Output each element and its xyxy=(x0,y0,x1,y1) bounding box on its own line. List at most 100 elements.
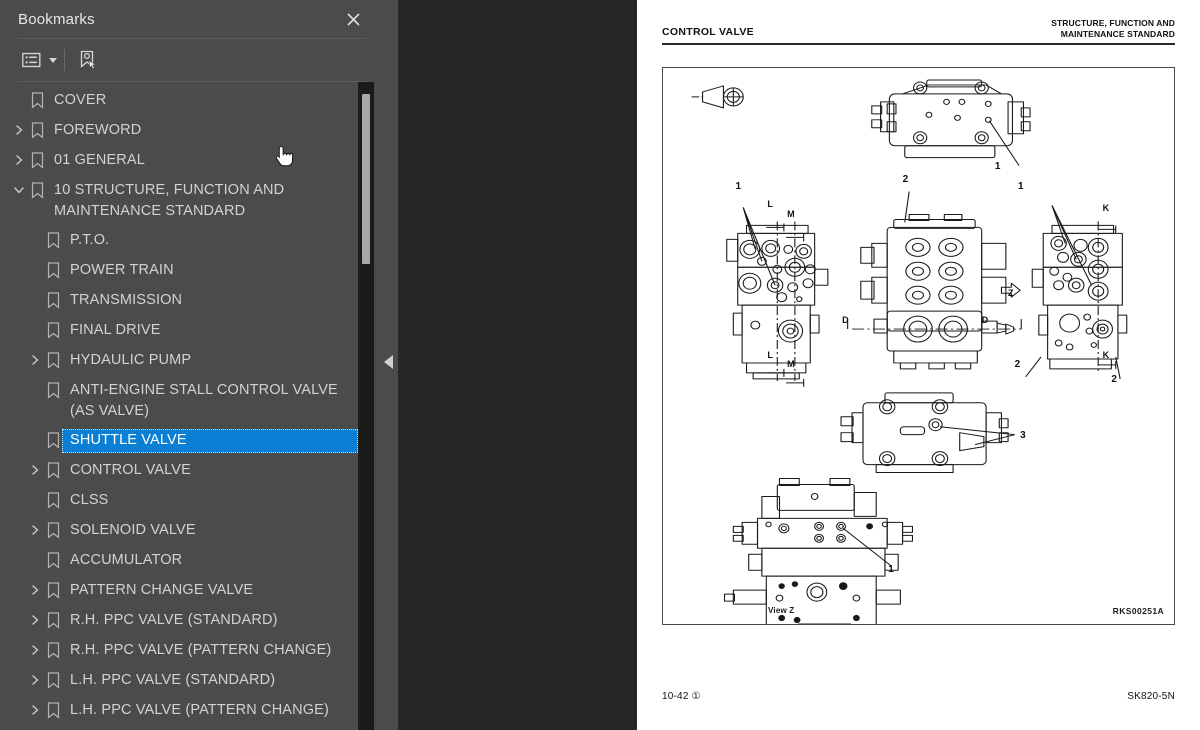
chevron-right-icon[interactable] xyxy=(26,349,44,366)
figure-callout: M xyxy=(787,208,795,219)
bookmark-icon xyxy=(44,519,62,539)
bookmark-item[interactable]: SOLENOID VALVE xyxy=(0,516,380,546)
figure-box: 1 1 2 1 L M K Z D D L M K 2 2 3 1 View Z RKS00251A xyxy=(662,67,1175,626)
bookmark-item[interactable]: L.H. PPC VALVE (STANDARD) xyxy=(0,666,380,696)
figure-callout: L xyxy=(767,350,773,361)
chevron-right-icon[interactable] xyxy=(26,669,44,686)
bookmark-label[interactable]: TRANSMISSION xyxy=(62,289,358,313)
bookmark-label[interactable]: L.H. PPC VALVE (STANDARD) xyxy=(62,669,358,693)
bookmark-label[interactable]: PATTERN CHANGE VALVE xyxy=(62,579,358,603)
figure-callout: D xyxy=(981,315,989,326)
bookmark-icon xyxy=(44,639,62,659)
bookmark-icon xyxy=(44,489,62,509)
bookmarks-scrollbar[interactable] xyxy=(358,82,374,730)
bookmark-label[interactable]: COVER xyxy=(46,89,358,113)
figure-drawing-number: RKS00251A xyxy=(1112,606,1164,617)
bookmark-item[interactable]: POWER TRAIN xyxy=(0,256,380,286)
bookmark-label[interactable]: CONTROL VALVE xyxy=(62,459,358,483)
bookmarks-toolbar xyxy=(0,39,380,81)
bookmark-icon xyxy=(44,669,62,689)
chevron-down-icon xyxy=(48,57,57,63)
bookmark-item[interactable]: 10 STRUCTURE, FUNCTION AND MAINTENANCE S… xyxy=(0,176,380,226)
twisty-spacer xyxy=(26,289,44,294)
twisty-spacer xyxy=(26,429,44,434)
figure-callout: D xyxy=(842,315,849,326)
bookmark-item[interactable]: PATTERN CHANGE VALVE xyxy=(0,576,380,606)
chevron-right-icon[interactable] xyxy=(10,149,28,166)
bookmark-item[interactable]: COVER xyxy=(0,86,380,116)
bookmark-icon xyxy=(28,149,46,169)
bookmark-icon xyxy=(28,179,46,199)
bookmark-item[interactable]: FOREWORD xyxy=(0,116,380,146)
chevron-down-icon[interactable] xyxy=(10,179,28,196)
bookmark-item[interactable]: HYDAULIC PUMP xyxy=(0,346,380,376)
bookmark-label[interactable]: ACCUMULATOR xyxy=(62,549,358,573)
bookmark-label[interactable]: FOREWORD xyxy=(46,119,358,143)
scrollbar-thumb[interactable] xyxy=(362,94,370,264)
bookmark-label[interactable]: P.T.O. xyxy=(62,229,358,253)
bookmark-label[interactable]: L.H. PPC VALVE (PATTERN CHANGE) xyxy=(62,699,358,723)
bookmark-item[interactable]: R.H. PPC VALVE (PATTERN CHANGE) xyxy=(0,636,380,666)
technical-drawing xyxy=(691,79,1128,625)
figure-caption: View Z xyxy=(768,606,795,616)
bookmark-label[interactable]: 10 STRUCTURE, FUNCTION AND MAINTENANCE S… xyxy=(46,179,358,223)
bookmark-item[interactable]: ANTI-ENGINE STALL CONTROL VALVE (AS VALV… xyxy=(0,376,380,426)
bookmark-icon xyxy=(44,349,62,369)
close-icon[interactable] xyxy=(340,6,366,32)
bookmark-icon xyxy=(44,609,62,629)
bookmark-item[interactable]: CLSS xyxy=(0,486,380,516)
chevron-right-icon[interactable] xyxy=(26,459,44,476)
document-viewer: CONTROL VALVE STRUCTURE, FUNCTION AND MA… xyxy=(398,0,1200,730)
bookmark-icon xyxy=(44,319,62,339)
bookmark-item[interactable]: 01 GENERAL xyxy=(0,146,380,176)
bookmark-item[interactable]: CONTROL VALVE xyxy=(0,456,380,486)
model-number: SK820-5N xyxy=(1127,691,1175,702)
twisty-spacer xyxy=(26,229,44,234)
bookmark-item[interactable]: P.T.O. xyxy=(0,226,380,256)
bookmarks-panel: Bookmarks COVER FOREWORD 01 GENERAL 10 S… xyxy=(0,0,380,730)
chevron-right-icon[interactable] xyxy=(10,119,28,136)
chevron-right-icon[interactable] xyxy=(26,639,44,656)
new-bookmark-icon[interactable] xyxy=(73,46,103,74)
chevron-right-icon[interactable] xyxy=(26,519,44,536)
bookmark-icon xyxy=(44,259,62,279)
bookmark-icon xyxy=(44,549,62,569)
collapse-panel-icon[interactable] xyxy=(384,355,393,369)
bookmarks-tree[interactable]: COVER FOREWORD 01 GENERAL 10 STRUCTURE, FUN… xyxy=(0,82,380,730)
figure-callout: L xyxy=(767,198,773,209)
panel-splitter[interactable] xyxy=(380,0,398,730)
bookmark-item[interactable]: ACCUMULATOR xyxy=(0,546,380,576)
chevron-right-icon[interactable] xyxy=(26,609,44,626)
bookmarks-panel-header: Bookmarks xyxy=(0,0,380,38)
bookmark-label[interactable]: R.H. PPC VALVE (STANDARD) xyxy=(62,609,358,633)
header-chapter-title: STRUCTURE, FUNCTION AND MAINTENANCE STAN… xyxy=(1051,18,1175,39)
bookmark-label[interactable]: HYDAULIC PUMP xyxy=(62,349,358,373)
document-footer: 10-42 ① SK820-5N xyxy=(662,691,1175,702)
bookmark-item[interactable]: TRANSMISSION xyxy=(0,286,380,316)
bookmark-icon xyxy=(44,229,62,249)
bookmark-icon xyxy=(28,89,46,109)
bookmark-item[interactable]: SHUTTLE VALVE xyxy=(0,426,380,456)
bookmark-label[interactable]: SOLENOID VALVE xyxy=(62,519,358,543)
bookmark-item[interactable]: FINAL DRIVE xyxy=(0,316,380,346)
bookmark-label[interactable]: R.H. PPC VALVE (PATTERN CHANGE) xyxy=(62,639,358,663)
bookmark-item[interactable]: L.H. PPC VALVE (PATTERN CHANGE) xyxy=(0,696,380,726)
bookmark-label[interactable]: 01 GENERAL xyxy=(46,149,358,173)
list-options-icon[interactable] xyxy=(18,46,60,74)
twisty-spacer xyxy=(26,259,44,264)
bookmark-label[interactable]: ANTI-ENGINE STALL CONTROL VALVE (AS VALV… xyxy=(62,379,358,423)
chevron-right-icon[interactable] xyxy=(26,699,44,716)
chevron-right-icon[interactable] xyxy=(26,579,44,596)
bookmark-label[interactable]: SHUTTLE VALVE xyxy=(62,429,358,453)
bookmark-label[interactable]: FINAL DRIVE xyxy=(62,319,358,343)
header-rule xyxy=(662,43,1175,46)
figure-callout: 1 xyxy=(735,180,742,192)
header-section-title: CONTROL VALVE xyxy=(662,26,754,39)
twisty-spacer xyxy=(26,549,44,554)
bookmark-icon xyxy=(44,429,62,449)
bookmark-item[interactable]: R.H. PPC VALVE (STANDARD) xyxy=(0,606,380,636)
bookmark-label[interactable]: POWER TRAIN xyxy=(62,259,358,283)
bookmark-icon xyxy=(44,379,62,399)
bookmark-label[interactable]: CLSS xyxy=(62,489,358,513)
figure-callout: M xyxy=(787,359,795,370)
